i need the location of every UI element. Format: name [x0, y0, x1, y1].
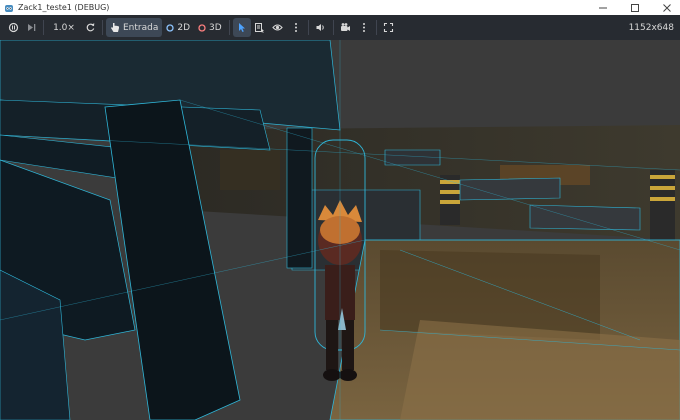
node2d-icon: [166, 23, 175, 32]
toolbar-separator: [43, 20, 44, 35]
suspend-icon: [8, 22, 18, 33]
entrada-button[interactable]: Entrada: [106, 18, 163, 37]
next-frame-button[interactable]: [22, 18, 40, 37]
reset-speed-button[interactable]: [81, 18, 99, 37]
kebab-menu-icon: [294, 23, 297, 32]
entrada-label: Entrada: [123, 22, 159, 33]
node3d-icon: [198, 23, 206, 32]
window-titlebar: Zack1_teste1 (DEBUG): [0, 0, 680, 15]
game-viewport[interactable]: [0, 40, 680, 420]
camera-options-button[interactable]: [355, 18, 373, 37]
maximize-icon: [631, 3, 639, 12]
close-icon: [663, 3, 671, 12]
debug-toolbar: 1.0× Entrada 2D 3D 1152x648: [0, 15, 680, 40]
resolution-readout: 1152x648: [628, 22, 674, 33]
mode-3d-label: 3D: [209, 22, 222, 33]
speaker-icon: [316, 24, 324, 31]
mode-2d-label: 2D: [177, 22, 191, 33]
camera-icon: [341, 23, 351, 31]
camera-override-button[interactable]: [337, 18, 355, 37]
next-frame-icon: [27, 24, 35, 31]
caution-post: [650, 170, 675, 240]
toolbar-separator: [307, 20, 309, 35]
close-button[interactable]: [652, 0, 680, 15]
speed-selector[interactable]: 1.0×: [47, 18, 81, 37]
cursor-arrow-icon: [238, 23, 245, 32]
mode-3d-button[interactable]: 3D: [194, 18, 226, 37]
more-options-button[interactable]: [287, 18, 305, 37]
maximize-button[interactable]: [620, 0, 650, 15]
mute-button[interactable]: [312, 18, 330, 37]
toolbar-separator: [228, 20, 230, 35]
list-select-icon: [255, 23, 265, 33]
toolbar-separator: [332, 20, 334, 35]
fullscreen-button[interactable]: [380, 18, 398, 37]
kebab-menu-icon: [362, 23, 365, 32]
hand-pointer-icon: [111, 23, 119, 32]
minimize-icon: [599, 7, 607, 8]
mid-platform: [529, 204, 641, 231]
toolbar-separator: [375, 20, 377, 35]
caution-post: [440, 175, 460, 225]
select-tool-button[interactable]: [232, 18, 251, 37]
visibility-button[interactable]: [269, 18, 287, 37]
fullscreen-icon: [384, 22, 394, 33]
reset-icon: [86, 23, 94, 32]
minimize-button[interactable]: [588, 0, 618, 15]
godot-icon: [5, 4, 13, 12]
thin-pillar: [286, 127, 313, 269]
toolbar-separator: [102, 20, 103, 35]
game-scene: [0, 40, 680, 420]
mid-platform: [384, 149, 441, 166]
mode-2d-button[interactable]: 2D: [162, 18, 194, 37]
eye-icon: [272, 24, 283, 31]
mid-platform: [459, 177, 561, 201]
list-select-button[interactable]: [251, 18, 269, 37]
suspend-button[interactable]: [4, 18, 22, 37]
window-title: Zack1_teste1 (DEBUG): [18, 3, 110, 12]
